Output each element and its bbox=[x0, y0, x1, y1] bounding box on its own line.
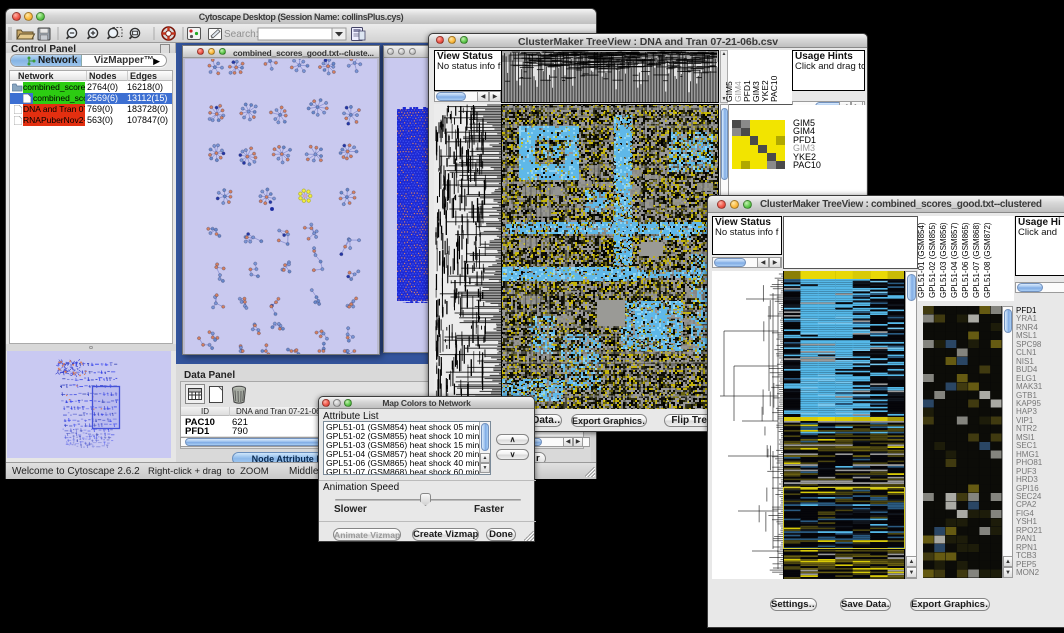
svg-text:Search:: Search: bbox=[224, 29, 258, 40]
